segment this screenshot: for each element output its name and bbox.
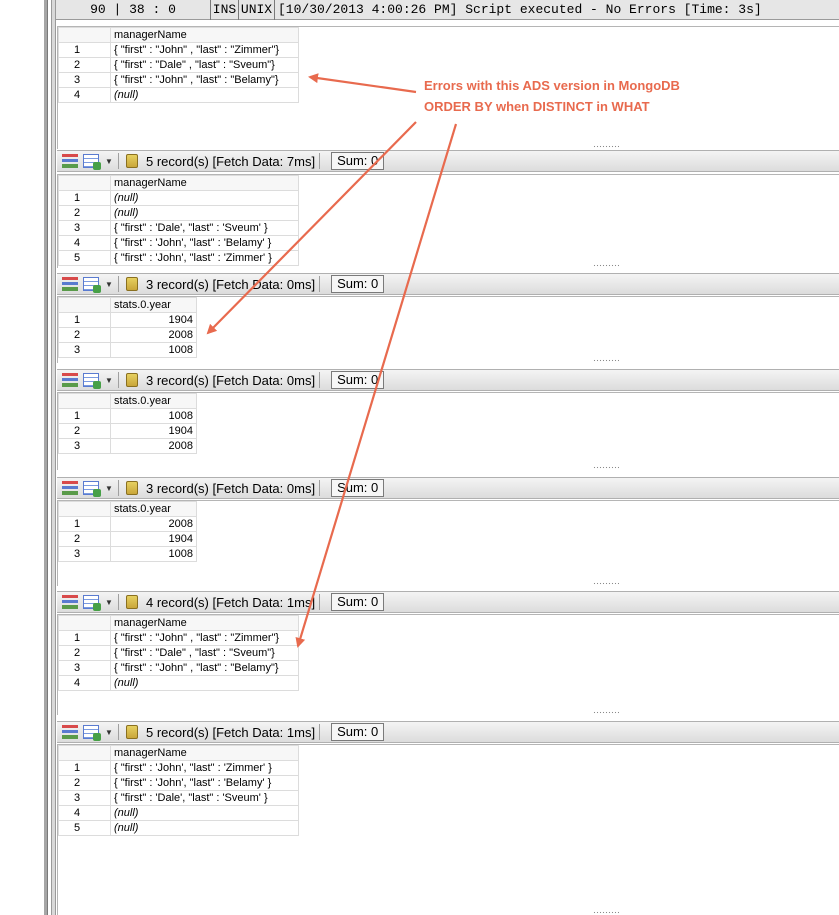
arrow-to-first-result xyxy=(308,73,417,94)
arrow-to-year-result xyxy=(206,121,417,335)
arrow-to-sixth-result xyxy=(295,123,458,648)
annotation-arrows xyxy=(206,73,458,648)
